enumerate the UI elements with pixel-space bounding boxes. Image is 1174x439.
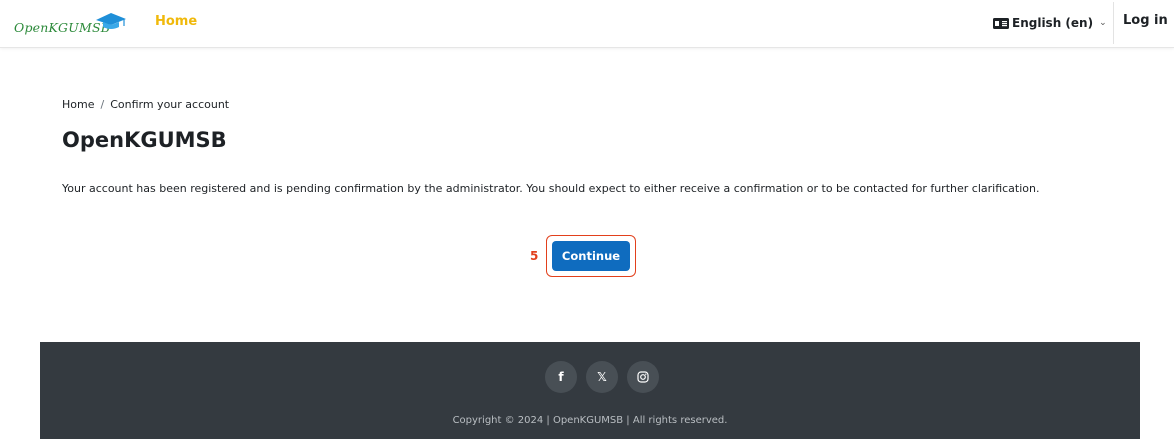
- breadcrumb-current: Confirm your account: [110, 98, 230, 111]
- top-navbar: OpenKGUMSB Home English (en) ⌄ Log in: [0, 0, 1174, 48]
- language-label: English (en): [1012, 16, 1094, 30]
- login-link[interactable]: Log in: [1123, 13, 1168, 28]
- language-icon: [993, 17, 1009, 29]
- nav-home-link[interactable]: Home: [155, 14, 197, 29]
- facebook-icon[interactable]: f: [545, 361, 577, 393]
- graduation-cap-icon: [96, 13, 126, 29]
- navbar-divider: [1113, 2, 1114, 44]
- chevron-down-icon: ⌄: [1099, 18, 1107, 28]
- instagram-glyph-icon: [637, 371, 649, 383]
- site-logo[interactable]: OpenKGUMSB: [14, 12, 126, 40]
- breadcrumb: Home / Confirm your account: [62, 98, 229, 111]
- page-footer: f 𝕏 Copyright © 2024 | OpenKGUMSB | All …: [40, 342, 1140, 439]
- instagram-icon[interactable]: [627, 361, 659, 393]
- social-links: f 𝕏: [545, 361, 659, 393]
- x-twitter-icon[interactable]: 𝕏: [586, 361, 618, 393]
- copyright-text: Copyright © 2024 | OpenKGUMSB | All righ…: [452, 415, 728, 426]
- continue-button[interactable]: Continue: [552, 241, 630, 271]
- confirmation-message: Your account has been registered and is …: [62, 182, 1040, 195]
- language-selector[interactable]: English (en) ⌄: [993, 13, 1107, 33]
- page-title: OpenKGUMSB: [62, 128, 227, 152]
- breadcrumb-home-link[interactable]: Home: [62, 98, 94, 111]
- breadcrumb-separator: /: [100, 98, 105, 111]
- step-annotation-number: 5: [530, 249, 539, 263]
